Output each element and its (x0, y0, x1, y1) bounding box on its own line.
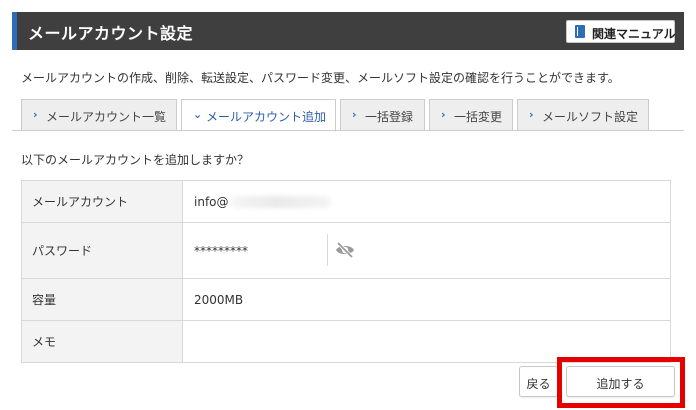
account-label: メールアカウント (21, 180, 183, 223)
confirm-question: 以下のメールアカウントを追加しますか？ (21, 153, 250, 167)
table-row: 容量 2000MB (21, 278, 671, 321)
table-row: パスワード ********* (21, 222, 671, 279)
back-button-label: 戻る (526, 377, 551, 391)
tab-mail-software-settings[interactable]: › メールソフト設定 (517, 99, 649, 131)
capacity-value: 2000MB (182, 278, 671, 321)
tab-label: 一括登録 (365, 110, 414, 124)
password-value: ********* (194, 243, 248, 258)
highlight-box (557, 357, 685, 408)
chevron-right-icon: › (529, 108, 534, 121)
chevron-right-icon: › (352, 108, 357, 121)
tab-bulk-register[interactable]: › 一括登録 (340, 99, 425, 131)
table-row: メールアカウント info@ (21, 180, 671, 223)
capacity-label: 容量 (21, 278, 183, 321)
tab-bulk-change[interactable]: › 一括変更 (429, 99, 513, 131)
tab-label: メールアカウント追加 (206, 110, 327, 124)
password-divider (327, 234, 328, 266)
password-label: パスワード (21, 222, 183, 279)
chevron-right-icon: › (441, 108, 446, 121)
tab-divider (12, 130, 684, 131)
eye-slash-icon[interactable] (335, 241, 355, 259)
back-button[interactable]: 戻る (519, 366, 558, 397)
page-title: メールアカウント設定 (28, 24, 194, 43)
password-value-cell: ********* (182, 222, 671, 279)
related-manual-label: 関連マニュアル (592, 27, 676, 41)
tab-label: メールアカウント一覧 (46, 110, 167, 124)
related-manual-button[interactable]: 関連マニュアル (566, 20, 676, 43)
memo-label: メモ (21, 320, 183, 363)
tab-label: 一括変更 (454, 110, 503, 124)
account-value: info@ (194, 194, 229, 209)
chevron-right-icon: › (33, 108, 38, 121)
redacted-domain (230, 196, 331, 208)
book-icon (575, 25, 585, 38)
chevron-down-icon: ⌄ (193, 108, 203, 121)
page-description: メールアカウントの作成、削除、転送設定、パスワード変更、メールソフト設定の確認を… (21, 71, 620, 85)
account-value-cell: info@ (182, 180, 671, 223)
tab-mail-account-add[interactable]: ⌄ メールアカウント追加 (181, 99, 336, 132)
page-header: メールアカウント設定 関連マニュアル (12, 12, 684, 50)
tab-mail-account-list[interactable]: › メールアカウント一覧 (21, 99, 177, 131)
tab-label: メールソフト設定 (542, 110, 639, 124)
confirm-table: メールアカウント info@ パスワード ********* 容量 2000MB… (21, 180, 671, 363)
